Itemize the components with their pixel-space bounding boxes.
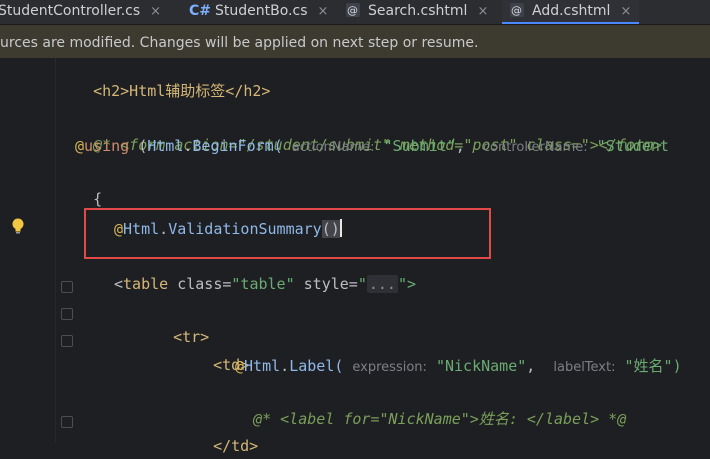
tab-label: StudentBo.cs bbox=[215, 3, 308, 19]
attribute-name: style= bbox=[294, 275, 358, 293]
code-line-3: @using (Html.BeginForm( actionName: "Sub… bbox=[75, 133, 669, 159]
close-icon[interactable]: × bbox=[477, 4, 488, 19]
tab-label: Add.cshtml bbox=[532, 3, 611, 19]
fold-icon[interactable] bbox=[61, 335, 73, 347]
parameter-hint: labelText: bbox=[553, 360, 616, 375]
string-literal: "Student bbox=[596, 137, 669, 155]
tab-studentcontroller[interactable]: StudentController.cs × bbox=[0, 0, 161, 24]
code-text: . bbox=[280, 357, 290, 375]
folded-region[interactable]: ... bbox=[366, 275, 398, 293]
string-literal: "姓名") bbox=[624, 357, 682, 375]
code-line-8: <td> bbox=[195, 326, 249, 374]
code-text: <h2>Html辅助标签</h2> bbox=[93, 82, 271, 100]
razor-file-icon bbox=[346, 0, 360, 22]
code-line-1: <h2>Html辅助标签</h2> bbox=[75, 52, 270, 100]
close-icon[interactable]: × bbox=[150, 4, 161, 19]
identifier: Html bbox=[147, 137, 184, 155]
code-text: "> bbox=[397, 275, 417, 293]
attribute-name: class= bbox=[168, 275, 232, 293]
razor-comment: @* <label for="NickName">姓名: </label> *@ bbox=[253, 410, 627, 428]
string-literal: "Submit" bbox=[383, 137, 456, 155]
string-literal: " bbox=[357, 275, 367, 293]
code-line-4: { bbox=[75, 160, 102, 208]
identifier: Html bbox=[244, 357, 281, 375]
code-line-9: @Html.Label( expression: "NickName", lab… bbox=[235, 353, 682, 379]
annotation-highlight-box bbox=[84, 208, 491, 259]
tab-label: StudentController.cs bbox=[0, 3, 141, 19]
parameter-hint: controllerName: bbox=[482, 140, 588, 155]
tab-search[interactable]: Search.cshtml × bbox=[346, 0, 488, 24]
tag-name: table bbox=[123, 275, 169, 293]
gutter-divider bbox=[55, 58, 56, 443]
code-text: ( bbox=[129, 137, 148, 155]
editor-tab-bar: StudentController.cs × C#StudentBo.cs × Se… bbox=[0, 0, 710, 25]
code-line-2: @* <form action="/student/submit" method… bbox=[75, 106, 662, 154]
code-text: , bbox=[455, 137, 465, 155]
code-line-10: @* <label for="NickName">姓名: </label> *@ bbox=[235, 380, 626, 428]
code-text: { bbox=[93, 190, 103, 208]
notice-text: urces are modified. Changes will be appl… bbox=[0, 35, 479, 51]
code-text: < bbox=[114, 275, 124, 293]
keyword: using bbox=[84, 137, 130, 155]
fold-icon[interactable] bbox=[61, 308, 73, 320]
razor-file-icon bbox=[510, 0, 524, 22]
lightbulb-icon[interactable] bbox=[11, 218, 25, 234]
string-literal: "table" bbox=[231, 275, 295, 293]
code-line-7: <tr> bbox=[155, 298, 209, 346]
csharp-file-icon: C# bbox=[189, 3, 212, 19]
method-name: BeginForm( bbox=[192, 137, 283, 155]
fold-icon[interactable] bbox=[61, 281, 73, 293]
razor-at: @ bbox=[75, 137, 85, 155]
close-icon[interactable]: × bbox=[318, 4, 329, 19]
tab-studentbo[interactable]: C# StudentBo.cs × bbox=[189, 0, 328, 24]
code-text: , bbox=[526, 357, 536, 375]
code-line-11: </td> bbox=[195, 407, 258, 455]
code-line-6: <table class="table" style="... "> bbox=[114, 271, 416, 297]
code-text: </td> bbox=[213, 437, 259, 455]
parameter-hint: expression: bbox=[352, 360, 427, 375]
fold-icon[interactable] bbox=[61, 416, 73, 428]
parameter-hint: actionName: bbox=[291, 140, 375, 155]
tab-add[interactable]: Add.cshtml × bbox=[502, 0, 640, 24]
method-name: Label( bbox=[289, 357, 344, 375]
close-icon[interactable]: × bbox=[620, 4, 631, 19]
razor-at: @ bbox=[235, 357, 245, 375]
tab-label: Search.cshtml bbox=[368, 3, 468, 19]
string-literal: "NickName" bbox=[435, 357, 527, 375]
